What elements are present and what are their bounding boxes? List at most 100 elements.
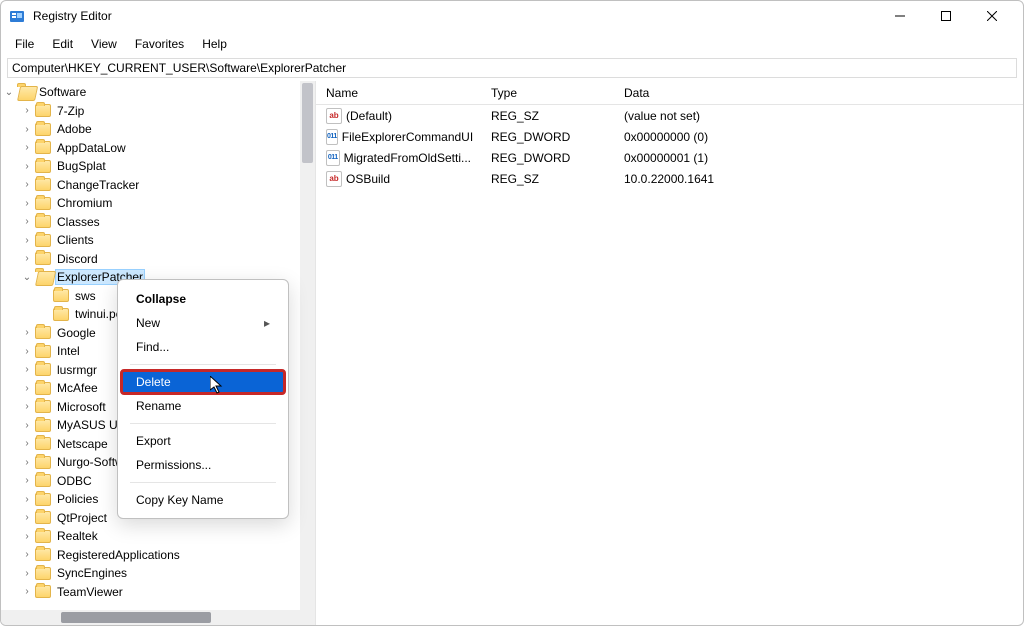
chevron-right-icon[interactable]: › <box>19 438 35 449</box>
value-name: (Default) <box>346 109 392 123</box>
horizontal-scrollbar[interactable] <box>1 610 300 625</box>
tree-node[interactable]: › Chromium <box>1 194 315 213</box>
menu-file[interactable]: File <box>7 35 42 53</box>
tree-node[interactable]: ›Adobe <box>1 120 315 139</box>
chevron-right-icon[interactable]: › <box>19 420 35 431</box>
folder-icon <box>35 234 51 247</box>
table-row[interactable]: abOSBuildREG_SZ10.0.22000.1641 <box>316 168 1023 189</box>
tree-node[interactable]: ›Discord <box>1 250 315 269</box>
tree-node[interactable]: ›SyncEngines <box>1 564 315 583</box>
value-list: Name Type Data ab (Default) REG_SZ (value n… <box>316 81 1023 625</box>
table-row[interactable]: 011MigratedFromOldSetti...REG_DWORD0x000… <box>316 147 1023 168</box>
chevron-right-icon[interactable]: › <box>19 401 35 412</box>
folder-icon <box>35 363 51 376</box>
chevron-right-icon[interactable]: › <box>19 531 35 542</box>
chevron-right-icon[interactable]: › <box>19 216 35 227</box>
chevron-right-icon[interactable]: › <box>19 475 35 486</box>
tree-node[interactable]: ›ChangeTracker <box>1 176 315 195</box>
ctx-find[interactable]: Find... <box>118 335 288 359</box>
folder-icon <box>35 215 51 228</box>
folder-icon <box>35 345 51 358</box>
value-type: REG_SZ <box>481 172 614 186</box>
folder-icon <box>35 437 51 450</box>
chevron-right-icon[interactable]: › <box>19 327 35 338</box>
menu-favorites[interactable]: Favorites <box>127 35 192 53</box>
folder-icon <box>35 493 51 506</box>
tree-node[interactable]: ›Classes <box>1 213 315 232</box>
ctx-rename[interactable]: Rename <box>118 394 288 418</box>
table-row[interactable]: 011FileExplorerCommandUIREG_DWORD0x00000… <box>316 126 1023 147</box>
chevron-right-icon[interactable]: › <box>19 161 35 172</box>
chevron-down-icon[interactable]: ⌄ <box>1 87 17 98</box>
chevron-right-icon[interactable]: › <box>19 568 35 579</box>
tree-node[interactable]: › Realtek <box>1 527 315 546</box>
chevron-right-icon[interactable]: › <box>19 549 35 560</box>
chevron-right-icon[interactable]: › <box>19 124 35 135</box>
tree-label: Netscape <box>55 437 110 451</box>
vertical-scrollbar[interactable] <box>300 81 315 625</box>
menu-help[interactable]: Help <box>194 35 235 53</box>
column-headers[interactable]: Name Type Data <box>316 81 1023 105</box>
ctx-permissions[interactable]: Permissions... <box>118 453 288 477</box>
ctx-copy-key[interactable]: Copy Key Name <box>118 488 288 512</box>
tree-label: McAfee <box>55 381 100 395</box>
chevron-right-icon[interactable]: › <box>19 235 35 246</box>
folder-icon <box>35 141 51 154</box>
col-name[interactable]: Name <box>316 82 481 104</box>
table-row[interactable]: ab(Default)REG_SZ(value not set) <box>316 105 1023 126</box>
col-type[interactable]: Type <box>481 82 614 104</box>
chevron-right-icon[interactable]: › <box>19 346 35 357</box>
tree-label: Realtek <box>55 529 100 543</box>
tree-node[interactable]: ›RegisteredApplications <box>1 546 315 565</box>
address-bar[interactable]: Computer\HKEY_CURRENT_USER\Software\Expl… <box>7 58 1017 78</box>
tree-node[interactable]: ›AppDataLow <box>1 139 315 158</box>
chevron-right-icon[interactable]: › <box>19 586 35 597</box>
chevron-right-icon[interactable]: › <box>19 512 35 523</box>
close-button[interactable] <box>969 1 1015 31</box>
tree-label: lusrmgr <box>55 363 99 377</box>
chevron-right-icon[interactable]: › <box>19 105 35 116</box>
ctx-new[interactable]: New▸ <box>118 311 288 335</box>
tree-label: sws <box>73 289 98 303</box>
value-data: 0x00000000 (0) <box>614 130 1023 144</box>
ctx-delete[interactable]: Delete <box>121 370 285 394</box>
ctx-collapse[interactable]: Collapse <box>118 286 288 311</box>
folder-icon <box>35 419 51 432</box>
folder-icon <box>35 197 51 210</box>
string-value-icon: ab <box>326 108 342 124</box>
scrollbar-thumb[interactable] <box>302 83 313 163</box>
chevron-right-icon[interactable]: › <box>19 494 35 505</box>
chevron-right-icon[interactable]: › <box>19 142 35 153</box>
scrollbar-thumb[interactable] <box>61 612 211 623</box>
chevron-right-icon[interactable]: › <box>19 457 35 468</box>
minimize-button[interactable] <box>877 1 923 31</box>
folder-icon <box>35 178 51 191</box>
folder-icon <box>35 326 51 339</box>
menu-edit[interactable]: Edit <box>44 35 81 53</box>
ctx-rename-label: Rename <box>136 399 181 413</box>
value-name: OSBuild <box>346 172 390 186</box>
chevron-right-icon[interactable]: › <box>19 179 35 190</box>
tree-label: 7-Zip <box>55 104 86 118</box>
tree-node[interactable]: ⌄Software <box>1 83 315 102</box>
tree-label: Chromium <box>55 196 114 210</box>
chevron-right-icon[interactable]: › <box>19 253 35 264</box>
chevron-down-icon[interactable]: ⌄ <box>19 272 35 283</box>
tree-node[interactable]: › 7-Zip <box>1 102 315 121</box>
chevron-right-icon[interactable]: › <box>19 364 35 375</box>
tree-label: Intel <box>55 344 82 358</box>
app-icon <box>9 8 25 24</box>
tree-node[interactable]: ›Clients <box>1 231 315 250</box>
value-data: (value not set) <box>614 109 1023 123</box>
context-menu: Collapse New▸ Find... Delete Rename Expo… <box>117 279 289 519</box>
maximize-button[interactable] <box>923 1 969 31</box>
menu-view[interactable]: View <box>83 35 125 53</box>
tree-node[interactable]: ›BugSplat <box>1 157 315 176</box>
tree-label: QtProject <box>55 511 109 525</box>
col-data[interactable]: Data <box>614 82 1023 104</box>
chevron-right-icon[interactable]: › <box>19 198 35 209</box>
tree-node[interactable]: ›TeamViewer <box>1 583 315 602</box>
menubar: File Edit View Favorites Help <box>1 31 1023 55</box>
chevron-right-icon[interactable]: › <box>19 383 35 394</box>
ctx-export[interactable]: Export <box>118 429 288 453</box>
